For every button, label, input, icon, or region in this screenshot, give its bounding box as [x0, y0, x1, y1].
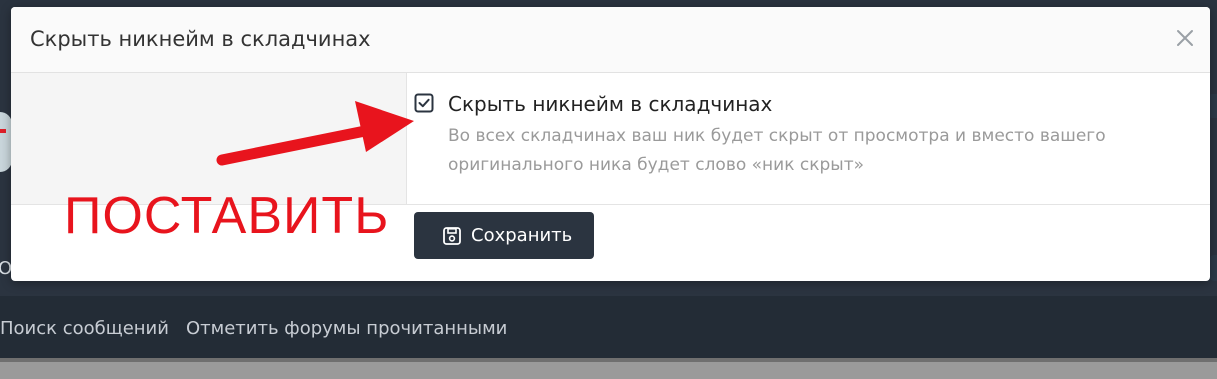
checkbox-hint: Во всех складчинах ваш ник будет скрыт о… [448, 122, 1148, 180]
checkbox-hint-line-2: оригинального ника будет слово «ник скры… [448, 155, 865, 175]
close-button[interactable] [1174, 27, 1196, 49]
background-bottom-bar-inner [0, 362, 1217, 379]
hide-nickname-checkbox[interactable] [414, 93, 434, 113]
checkbox-label[interactable]: Скрыть никнейм в складчинах [448, 92, 772, 116]
save-button[interactable]: Сохранить [414, 212, 594, 259]
modal-title: Скрыть никнейм в складчинах [30, 27, 371, 51]
save-button-label: Сохранить [471, 225, 573, 246]
nav-link-mark-forums-read[interactable]: Отметить форумы прочитанными [186, 318, 507, 339]
save-icon [443, 227, 461, 245]
checkbox-hint-line-1: Во всех складчинах ваш ник будет скрыт о… [448, 126, 1106, 146]
modal-header: Скрыть никнейм в складчинах [11, 7, 1210, 73]
background-right-button-fragment-2 [1210, 255, 1217, 281]
background-nav-bar [0, 296, 1217, 358]
checkbox-checked-icon [414, 93, 434, 113]
form-row-divider [407, 204, 1210, 205]
nav-link-search-messages[interactable]: Поиск сообщений [0, 318, 169, 339]
annotation-text: ПОСТАВИТЬ [64, 187, 390, 245]
close-icon [1177, 30, 1193, 46]
background-bottom-bar [0, 358, 1217, 379]
